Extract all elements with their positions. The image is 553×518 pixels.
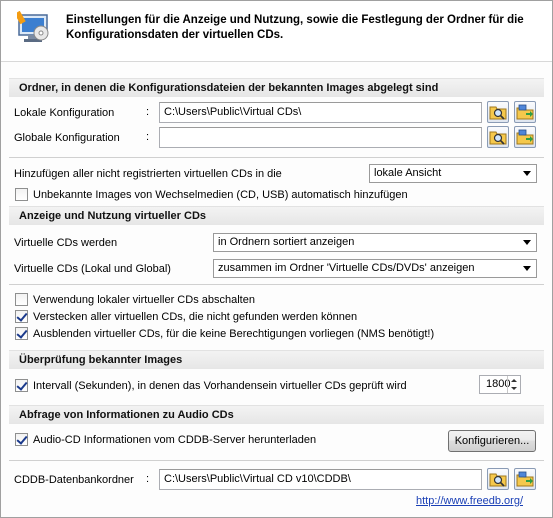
virtual-cd-settings-icon (17, 11, 49, 42)
network-folder-icon (516, 471, 534, 487)
global-config-input[interactable] (159, 127, 482, 148)
virtual-cds-local-global-select[interactable]: zusammen im Ordner 'Virtuelle CDs/DVDs' … (213, 259, 537, 278)
global-config-label: Globale Konfiguration (14, 132, 120, 144)
virtual-cds-shown-select[interactable]: in Ordnern sortiert anzeigen (213, 233, 537, 252)
cddb-folder-browse-button[interactable] (487, 468, 509, 490)
auto-add-removable-label: Unbekannte Images von Wechselmedien (CD,… (33, 189, 408, 201)
cddb-folder-input[interactable]: C:\Users\Public\Virtual CD v10\CDDB\ (159, 469, 482, 490)
hide-missing-label: Verstecken aller virtuellen CDs, die nic… (33, 311, 358, 323)
local-config-label: Lokale Konfiguration (14, 107, 115, 119)
folder-search-icon (489, 131, 507, 145)
auto-add-removable-checkbox[interactable] (15, 188, 28, 201)
network-folder-icon (516, 104, 534, 120)
header: Einstellungen für die Anzeige und Nutzun… (1, 1, 552, 62)
global-config-network-button[interactable] (514, 126, 536, 148)
divider (9, 157, 544, 158)
spinner-buttons[interactable] (507, 376, 520, 393)
global-config-browse-button[interactable] (487, 126, 509, 148)
network-folder-icon (516, 129, 534, 145)
local-config-colon: : (146, 106, 150, 118)
local-config-network-button[interactable] (514, 101, 536, 123)
chevron-down-icon (523, 240, 531, 245)
interval-checkbox[interactable] (15, 379, 28, 392)
divider (9, 284, 544, 285)
audio-cd-label: Audio-CD Informationen vom CDDB-Server h… (33, 434, 317, 446)
cddb-folder-colon: : (146, 473, 150, 485)
cddb-folder-label: CDDB-Datenbankordner (14, 474, 134, 486)
spin-down-icon[interactable] (511, 387, 517, 390)
chevron-down-icon (523, 266, 531, 271)
hide-no-permission-label: Ausblenden virtueller CDs, für die keine… (33, 328, 435, 340)
local-config-browse-button[interactable] (487, 101, 509, 123)
section-audio: Abfrage von Informationen zu Audio CDs (9, 405, 544, 424)
section-check: Überprüfung bekannter Images (9, 350, 544, 369)
hide-no-permission-checkbox[interactable] (15, 327, 28, 340)
global-config-colon: : (146, 131, 150, 143)
header-description: Einstellungen für die Anzeige und Nutzun… (66, 14, 524, 41)
virtual-cds-local-global-label: Virtuelle CDs (Lokal und Global) (14, 263, 171, 275)
local-config-input[interactable]: C:\Users\Public\Virtual CDs\ (159, 102, 482, 123)
virtual-cds-shown-selected: in Ordnern sortiert anzeigen (218, 236, 355, 248)
divider (9, 460, 544, 461)
hide-missing-checkbox[interactable] (15, 310, 28, 323)
folder-search-icon (489, 473, 507, 487)
interval-label: Intervall (Sekunden), in denen das Vorha… (33, 380, 407, 392)
section-folders: Ordner, in denen die Konfigurationsdatei… (9, 78, 544, 97)
configure-button[interactable]: Konfigurieren... (448, 430, 536, 452)
settings-panel: Einstellungen für die Anzeige und Nutzun… (0, 0, 553, 518)
add-unregistered-select[interactable]: lokale Ansicht (369, 164, 537, 183)
cddb-folder-network-button[interactable] (514, 468, 536, 490)
interval-spinner[interactable]: 1800 (479, 375, 521, 394)
disable-local-label: Verwendung lokaler virtueller CDs abscha… (33, 294, 255, 306)
chevron-down-icon (523, 171, 531, 176)
section-display: Anzeige und Nutzung virtueller CDs (9, 206, 544, 225)
virtual-cds-local-global-selected: zusammen im Ordner 'Virtuelle CDs/DVDs' … (218, 262, 475, 274)
add-unregistered-selected: lokale Ansicht (374, 167, 442, 179)
freedb-link[interactable]: http://www.freedb.org/ (416, 495, 523, 507)
spin-up-icon[interactable] (511, 379, 517, 382)
disable-local-checkbox[interactable] (15, 293, 28, 306)
virtual-cds-shown-label: Virtuelle CDs werden (14, 237, 118, 249)
audio-cd-checkbox[interactable] (15, 433, 28, 446)
folder-search-icon (489, 106, 507, 120)
add-unregistered-label: Hinzufügen aller nicht registrierten vir… (14, 168, 282, 180)
